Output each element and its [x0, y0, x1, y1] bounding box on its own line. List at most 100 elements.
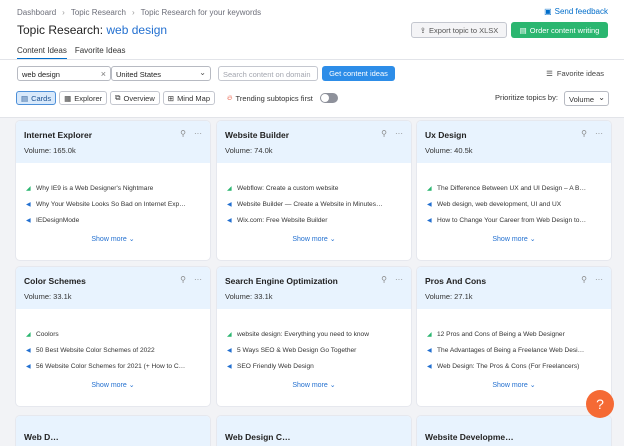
more-icon[interactable]: ··· [595, 129, 603, 138]
headline-item[interactable]: ◢ website design: Everything you need to … [227, 329, 403, 341]
topic-card-partial[interactable]: Web D… [16, 416, 210, 446]
topic-card[interactable]: Search Engine Optimization Volume: 33.1k ⚲… [217, 267, 411, 406]
headline-item[interactable]: ◀ How to Change Your Career from Web Desi… [427, 215, 603, 227]
headline-item[interactable]: ◀ 5 Ways SEO & Web Design Go Together [227, 345, 403, 357]
topic-card[interactable]: Pros And Cons Volume: 27.1k ⚲ ··· ◢ 12 Pros a… [417, 267, 611, 406]
show-more-link[interactable]: Show more ⌄ [217, 381, 411, 389]
favorite-ideas-label: Favorite ideas [556, 69, 604, 78]
headline-item[interactable]: ◀ Web Design: The Pros & Cons (For Freela… [427, 361, 603, 373]
headline-text: Website Builder — Create a Website in Mi… [237, 201, 383, 208]
search-icon[interactable]: ⚲ [180, 275, 186, 284]
megaphone-icon: ◀ [26, 202, 31, 208]
trending-toggle[interactable] [319, 93, 338, 103]
card-title: Website Builder [225, 130, 290, 140]
tabs: Content Ideas Favorite Ideas [17, 46, 126, 60]
megaphone-icon: ◀ [427, 364, 432, 370]
card-title: Ux Design [425, 130, 467, 140]
headline-text: Wix.com: Free Website Builder [237, 217, 328, 224]
view-cards-button[interactable]: ▤ Cards [16, 91, 57, 105]
headline-item[interactable]: ◢ Coolors [26, 329, 202, 341]
topic-card-partial[interactable]: Website Developme… [417, 416, 611, 446]
breadcrumb-separator: › [62, 8, 65, 17]
more-icon[interactable]: ··· [595, 275, 603, 284]
more-icon[interactable]: ··· [395, 129, 403, 138]
card-title: Website Developme… [425, 432, 514, 442]
topic-card[interactable]: Internet Explorer Volume: 165.0k ⚲ ··· ◢ Why … [16, 121, 210, 260]
show-more-link[interactable]: Show more ⌄ [16, 381, 210, 389]
headline-item[interactable]: ◀ Website Builder — Create a Website in M… [227, 199, 403, 211]
headline-item[interactable]: ◀ SEO Friendly Web Design [227, 361, 403, 373]
headline-item[interactable]: ◢ 12 Pros and Cons of Being a Web Designe… [427, 329, 603, 341]
view-mindmap-button[interactable]: ⊞ Mind Map [162, 91, 215, 105]
show-more-link[interactable]: Show more ⌄ [417, 235, 611, 243]
headline-item[interactable]: ◀ Why Your Website Looks So Bad on Intern… [26, 199, 202, 211]
export-xlsx-button[interactable]: ⇪ Export topic to XLSX [411, 22, 507, 38]
tab-favorite-ideas[interactable]: Favorite Ideas [75, 46, 126, 60]
tab-divider [0, 59, 624, 60]
headline-item[interactable]: ◀ 56 Website Color Schemes for 2021 (+ Ho… [26, 361, 202, 373]
clear-icon[interactable]: × [101, 69, 106, 79]
help-button[interactable]: ? [586, 390, 614, 418]
card-header: Search Engine Optimization Volume: 33.1k ⚲… [217, 267, 411, 309]
card-volume: Volume: 33.1k [24, 292, 72, 301]
search-icon[interactable]: ⚲ [381, 129, 387, 138]
headline-item[interactable]: ◀ 50 Best Website Color Schemes of 2022 [26, 345, 202, 357]
send-feedback-link[interactable]: ▣ Send feedback [544, 7, 608, 16]
card-header: Ux Design Volume: 40.5k ⚲ ··· [417, 121, 611, 163]
more-icon[interactable]: ··· [395, 275, 403, 284]
breadcrumb: Dashboard › Topic Research › Topic Resea… [17, 8, 261, 17]
show-more-link[interactable]: Show more ⌄ [417, 381, 611, 389]
tab-content-ideas[interactable]: Content Ideas [17, 46, 67, 60]
prioritize-select[interactable]: Volume ⌄ [564, 91, 609, 106]
upload-icon: ⇪ [419, 25, 427, 35]
chevron-down-icon: ⌄ [329, 236, 336, 243]
view-explorer-button[interactable]: ▦ Explorer [59, 91, 108, 105]
headline-item[interactable]: ◀ Web design, web development, UI and UX [427, 199, 603, 211]
favorite-ideas-button[interactable]: ☰ Favorite ideas [546, 69, 604, 78]
trending-icon: ◢ [427, 332, 432, 338]
topic-card[interactable]: Color Schemes Volume: 33.1k ⚲ ··· ◢ Coolors ◀ 5… [16, 267, 210, 406]
megaphone-icon: ◀ [227, 218, 232, 224]
domain-input[interactable]: Search content on domain [218, 66, 318, 81]
more-icon[interactable]: ··· [194, 129, 202, 138]
show-more-link[interactable]: Show more ⌄ [217, 235, 411, 243]
search-icon[interactable]: ⚲ [180, 129, 186, 138]
chevron-down-icon: ⌄ [128, 382, 135, 389]
title-prefix: Topic Research: [17, 23, 104, 37]
headline-item[interactable]: ◢ Why IE9 is a Web Designer's Nightmare [26, 183, 202, 195]
card-header: Color Schemes Volume: 33.1k ⚲ ··· [16, 267, 210, 309]
headline-text: Why Your Website Looks So Bad on Interne… [36, 201, 186, 208]
list-icon: ☰ [546, 69, 553, 78]
more-icon[interactable]: ··· [194, 275, 202, 284]
breadcrumb-dashboard[interactable]: Dashboard [17, 8, 56, 17]
headline-item[interactable]: ◀ IEDesignMode [26, 215, 202, 227]
get-content-ideas-button[interactable]: Get content ideas [322, 66, 395, 81]
headline-item[interactable]: ◢ The Difference Between UX and UI Design… [427, 183, 603, 195]
trending-icon: ◢ [427, 186, 432, 192]
country-value: United States [116, 70, 162, 79]
headline-text: The Advantages of Being a Freelance Web … [437, 347, 585, 354]
mindmap-icon: ⊞ [167, 93, 175, 103]
headline-item[interactable]: ◀ The Advantages of Being a Freelance Web… [427, 345, 603, 357]
card-actions: ⚲ ··· [581, 275, 603, 284]
overview-icon: ⧉ [115, 93, 121, 102]
topic-card[interactable]: Website Builder Volume: 74.0k ⚲ ··· ◢ Webflow… [217, 121, 411, 260]
search-icon[interactable]: ⚲ [581, 275, 587, 284]
headline-item[interactable]: ◢ Webflow: Create a custom website [227, 183, 403, 195]
country-select[interactable]: United States ⌄ [111, 66, 211, 81]
search-input[interactable]: web design × [17, 66, 111, 81]
breadcrumb-topic-research[interactable]: Topic Research [71, 8, 126, 17]
card-title: Pros And Cons [425, 276, 487, 286]
topic-card-partial[interactable]: Web Design C… [217, 416, 411, 446]
headline-text: 50 Best Website Color Schemes of 2022 [36, 347, 155, 354]
headline-item[interactable]: ◀ Wix.com: Free Website Builder [227, 215, 403, 227]
search-icon[interactable]: ⚲ [381, 275, 387, 284]
topic-card[interactable]: Ux Design Volume: 40.5k ⚲ ··· ◢ The Differenc… [417, 121, 611, 260]
search-icon[interactable]: ⚲ [581, 129, 587, 138]
show-more-link[interactable]: Show more ⌄ [16, 235, 210, 243]
view-overview-button[interactable]: ⧉ Overview [110, 91, 160, 105]
headline-text: The Difference Between UX and UI Design … [437, 185, 587, 192]
order-content-button[interactable]: ▤ Order content writing [511, 22, 608, 38]
headline-text: Coolors [36, 331, 59, 338]
card-volume: Volume: 74.0k [225, 146, 273, 155]
